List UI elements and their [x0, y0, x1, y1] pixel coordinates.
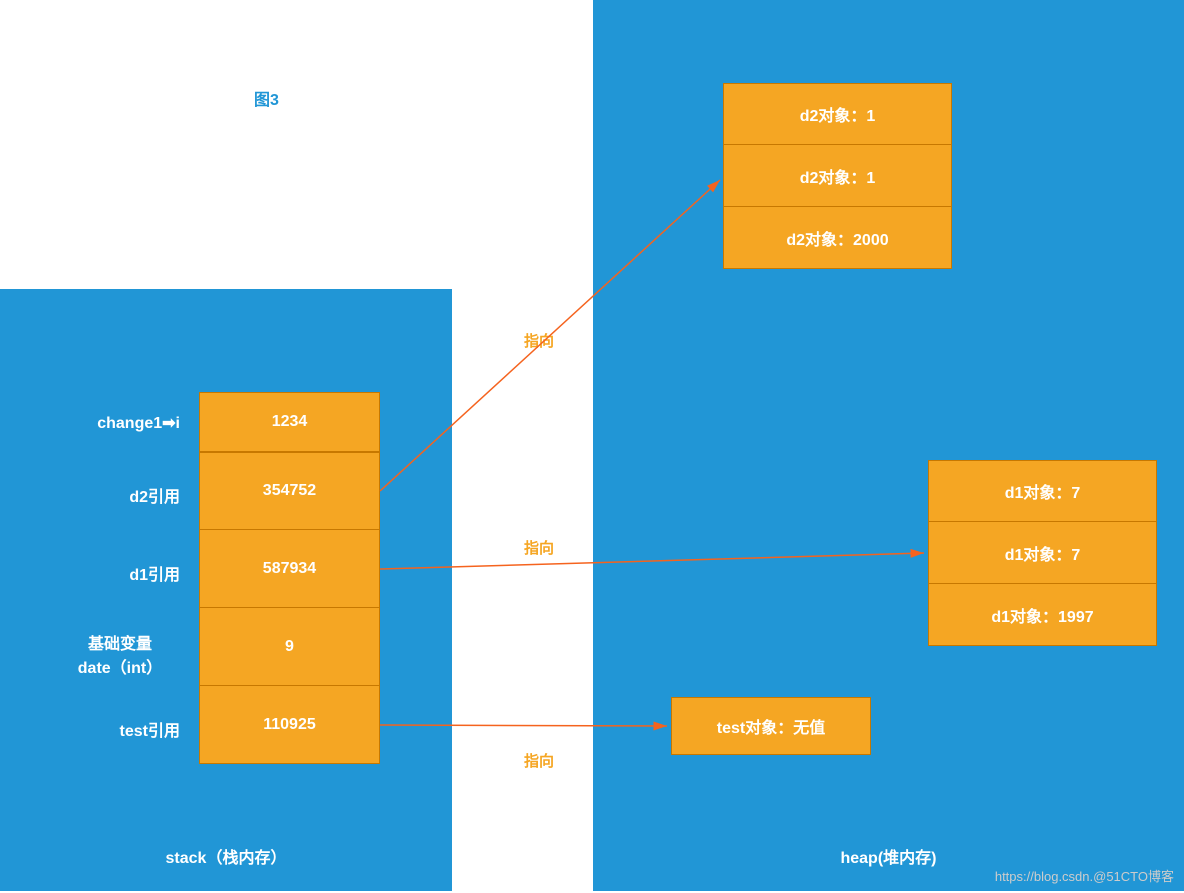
- stack-label-2: d1引用: [60, 561, 180, 585]
- stack-cell-0: 1234: [199, 392, 380, 452]
- heap-d2-cell-0: d2对象：1: [723, 83, 952, 145]
- heap-d1-cell-0: d1对象：7: [928, 460, 1157, 522]
- heap-d2-cell-2: d2对象：2000: [723, 207, 952, 269]
- stack-cell-4: 110925: [199, 686, 380, 764]
- watermark: https://blog.csdn.@51CTO博客: [995, 866, 1174, 885]
- diagram-canvas: 图3 1234 354752 587934 9 110925 change1➡i…: [0, 0, 1184, 893]
- arrow-label-d1: 指向: [524, 537, 554, 558]
- heap-test-cell: test对象：无值: [671, 697, 871, 755]
- stack-label-1: d2引用: [60, 483, 180, 507]
- stack-cell-1: 354752: [199, 452, 380, 530]
- heap-d2-cell-1: d2对象：1: [723, 145, 952, 207]
- stack-label-4: test引用: [60, 717, 180, 741]
- arrow-label-test: 指向: [524, 750, 554, 771]
- diagram-title: 图3: [254, 86, 279, 110]
- heap-panel-label: heap(堆内存): [593, 844, 1184, 868]
- heap-d1-cell-1: d1对象：7: [928, 522, 1157, 584]
- stack-cell-2: 587934: [199, 530, 380, 608]
- stack-label-3: 基础变量 date（int）: [60, 630, 180, 678]
- heap-d1-cell-2: d1对象：1997: [928, 584, 1157, 646]
- stack-panel-label: stack（栈内存）: [0, 844, 452, 868]
- stack-label-0: change1➡i: [60, 413, 180, 433]
- arrow-label-d2: 指向: [524, 330, 554, 351]
- stack-cell-3: 9: [199, 608, 380, 686]
